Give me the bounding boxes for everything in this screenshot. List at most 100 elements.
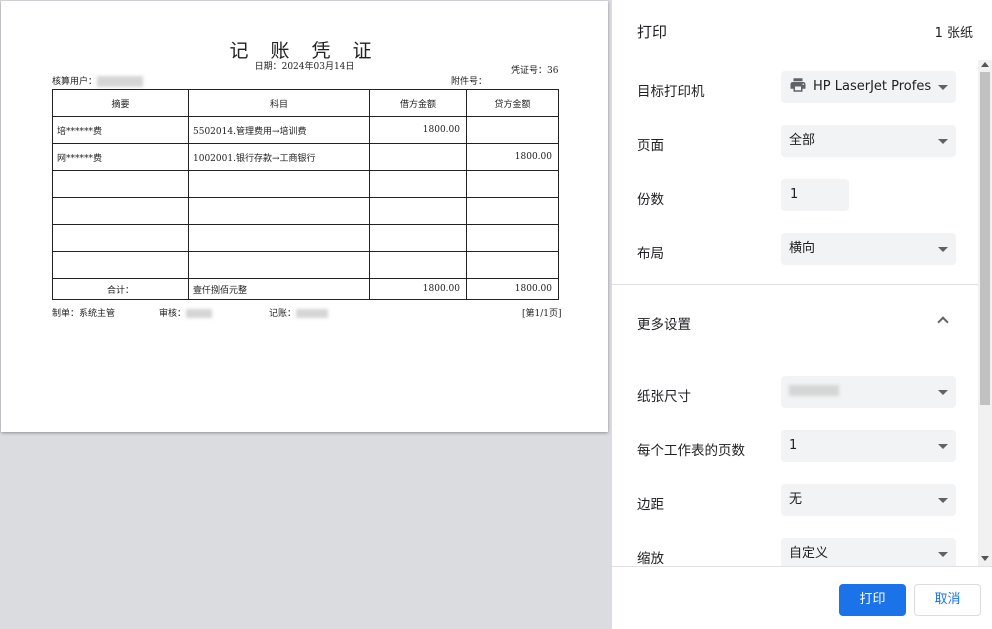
total-debit: 1800.00	[369, 278, 467, 300]
margins-select[interactable]: 无	[781, 484, 956, 516]
account-cell	[188, 251, 370, 279]
paper-size-label: 纸张尺寸	[637, 389, 691, 405]
footer-auditor-label: 审核：	[159, 309, 187, 319]
section-divider	[612, 284, 978, 285]
pages-per-sheet-select[interactable]: 1	[781, 430, 956, 462]
pages-per-sheet-value: 1	[789, 438, 798, 453]
credit-cell	[466, 224, 559, 252]
accounting-user: 核算用户：	[52, 74, 144, 87]
settings-scrollbar[interactable]	[978, 60, 992, 566]
column-header: 贷方金额	[466, 89, 559, 117]
chevron-up-icon[interactable]	[937, 316, 949, 328]
account-cell: 1002001.银行存款→工商银行	[188, 143, 370, 171]
copies-input[interactable]: 1	[781, 179, 849, 211]
chevron-down-icon	[938, 247, 948, 252]
table-row	[52, 170, 559, 198]
debit-cell	[369, 197, 467, 225]
pages-per-sheet-row: 每个工作表的页数 1	[612, 430, 978, 464]
footer-keeper: 记账：	[269, 306, 329, 319]
scale-value: 自定义	[789, 546, 829, 561]
scrollbar-thumb[interactable]	[980, 72, 990, 405]
credit-cell	[466, 170, 559, 198]
chevron-down-icon	[938, 444, 948, 449]
chevron-down-icon	[938, 85, 948, 90]
table-row	[52, 251, 559, 279]
attachments-label: 附件号：	[451, 77, 488, 87]
total-credit: 1800.00	[466, 278, 559, 300]
destination-select[interactable]: HP LaserJet Profes	[781, 71, 956, 103]
account-cell	[188, 170, 370, 198]
debit-cell: 1800.00	[369, 116, 467, 144]
more-settings-toggle[interactable]: 更多设置	[637, 313, 691, 333]
account-cell	[188, 224, 370, 252]
cancel-button[interactable]: 取消	[914, 584, 981, 616]
credit-cell: 1800.00	[466, 143, 559, 171]
print-preview-area: 记 账 凭 证 日期：2024年03月14日 凭证号：36 核算用户： 附件号：…	[0, 0, 612, 629]
pages-value: 全部	[789, 133, 816, 148]
column-header: 科目	[188, 89, 370, 117]
scroll-up-arrow-icon[interactable]	[981, 62, 989, 67]
summary-cell	[52, 197, 189, 225]
column-header: 摘要	[52, 89, 189, 117]
table-row	[52, 197, 559, 225]
table-header-row: 摘要 科目 借方金额 贷方金额	[52, 89, 559, 117]
table-row: 培******费 5502014.管理费用→培训费 1800.00	[52, 116, 559, 144]
layout-label: 布局	[637, 246, 664, 262]
pages-per-sheet-label: 每个工作表的页数	[637, 443, 745, 459]
sheet-count: 1 张纸	[934, 26, 973, 41]
chevron-down-icon	[938, 139, 948, 144]
chevron-down-icon	[938, 552, 948, 557]
footer-maker: 制单：系统主管	[52, 309, 116, 319]
credit-cell	[466, 197, 559, 225]
account-cell	[188, 197, 370, 225]
print-button[interactable]: 打印	[839, 584, 906, 616]
debit-cell	[369, 143, 467, 171]
redacted-paper-size	[789, 384, 839, 396]
layout-select[interactable]: 横向	[781, 233, 956, 265]
credit-cell	[466, 116, 559, 144]
summary-cell	[52, 251, 189, 279]
paper-size-select[interactable]	[781, 376, 956, 408]
summary-cell: 培******费	[52, 116, 189, 144]
copies-label: 份数	[637, 192, 664, 208]
chevron-down-icon	[938, 390, 948, 395]
total-row: 合计： 壹仟捌佰元整 1800.00 1800.00	[52, 278, 559, 300]
redacted-auditor	[186, 309, 213, 318]
destination-value: HP LaserJet Profes	[813, 79, 932, 94]
debit-cell	[369, 170, 467, 198]
pages-select[interactable]: 全部	[781, 125, 956, 157]
table-row: 网******费 1002001.银行存款→工商银行 1800.00	[52, 143, 559, 171]
scale-label: 缩放	[637, 551, 664, 566]
margins-label: 边距	[637, 497, 664, 513]
scale-select[interactable]: 自定义	[781, 538, 956, 566]
print-settings-panel: 打印 1 张纸 目标打印机 HP LaserJet Profes 页面 全部 份…	[612, 0, 992, 629]
total-label: 合计：	[52, 278, 189, 300]
layout-row: 布局 横向	[612, 233, 978, 267]
panel-title: 打印	[637, 23, 668, 41]
credit-cell	[466, 251, 559, 279]
redacted-user-name	[97, 76, 144, 87]
margins-row: 边距 无	[612, 484, 978, 518]
redacted-keeper	[296, 309, 329, 318]
scroll-down-arrow-icon[interactable]	[981, 556, 989, 561]
printer-icon	[790, 78, 806, 92]
summary-cell: 网******费	[52, 143, 189, 171]
debit-cell	[369, 251, 467, 279]
layout-value: 横向	[789, 241, 816, 256]
column-header: 借方金额	[369, 89, 467, 117]
summary-cell	[52, 224, 189, 252]
summary-cell	[52, 170, 189, 198]
settings-scroll-area[interactable]: 目标打印机 HP LaserJet Profes 页面 全部 份数 1 布局 横…	[612, 60, 992, 566]
destination-row: 目标打印机 HP LaserJet Profes	[612, 71, 978, 105]
scale-row: 缩放 自定义	[612, 538, 978, 566]
footer-page: [第1/1页]	[522, 309, 562, 319]
margins-value: 无	[789, 492, 803, 507]
copies-row: 份数 1	[612, 179, 978, 213]
accounting-user-label: 核算用户：	[52, 77, 98, 87]
table-row	[52, 224, 559, 252]
account-cell: 5502014.管理费用→培训费	[188, 116, 370, 144]
chevron-down-icon	[938, 498, 948, 503]
destination-label: 目标打印机	[637, 84, 705, 100]
voucher-number: 凭证号：36	[511, 66, 559, 76]
panel-header: 打印 1 张纸	[612, 0, 992, 60]
